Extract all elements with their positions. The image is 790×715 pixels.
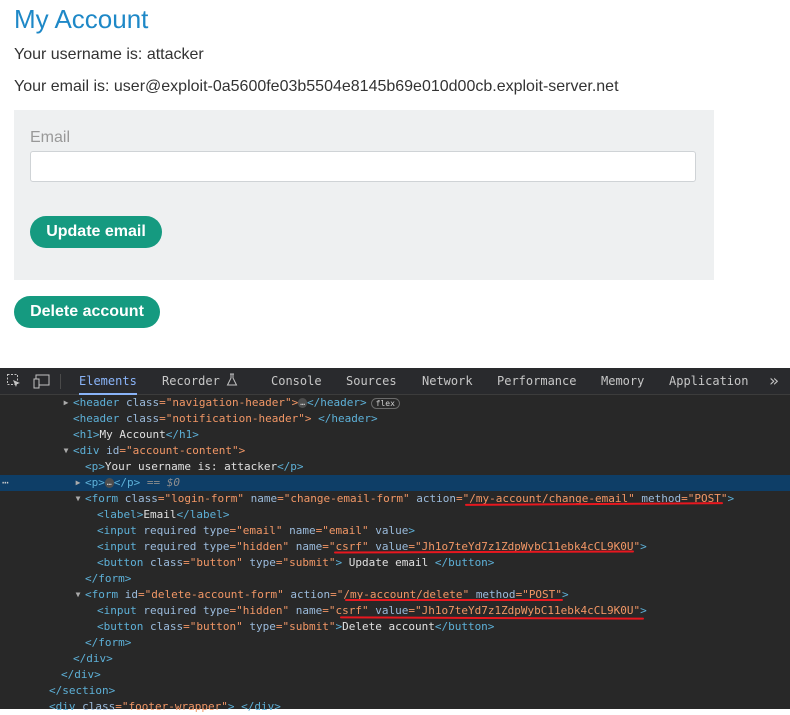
flask-icon bbox=[223, 373, 241, 391]
dom-node-p-selected[interactable]: ⋯ ▶ <p>… </p> == $0 bbox=[0, 475, 790, 491]
change-email-form: Email Update email bbox=[14, 110, 714, 280]
node-actions-icon[interactable]: ⋯ bbox=[2, 475, 9, 491]
dom-node-form-close[interactable]: </form> bbox=[0, 571, 790, 587]
delete-account-button[interactable]: Delete account bbox=[14, 296, 160, 328]
device-toggle-icon[interactable] bbox=[33, 373, 51, 391]
tab-performance[interactable]: Performance bbox=[497, 368, 576, 395]
dom-node-input-email[interactable]: <input required type="email" name="email… bbox=[0, 523, 790, 539]
devtools-tabbar: Elements Recorder Console Sources Networ… bbox=[0, 368, 790, 395]
annotation-underline bbox=[345, 599, 563, 601]
email-label: Email bbox=[30, 129, 71, 146]
email-input[interactable] bbox=[30, 151, 696, 182]
dom-node-form-close[interactable]: </form> bbox=[0, 635, 790, 651]
tabbar-separator bbox=[60, 374, 61, 389]
devtools-panel: Elements Recorder Console Sources Networ… bbox=[0, 368, 790, 713]
username-text: Your username is: attacker bbox=[14, 46, 204, 63]
page-title: My Account bbox=[14, 4, 149, 34]
dom-node-div-close[interactable]: </div> bbox=[0, 667, 790, 683]
more-tabs-icon[interactable]: » bbox=[765, 372, 783, 390]
dom-node-div-close[interactable]: </div> bbox=[0, 651, 790, 667]
dom-node-footer-wrapper[interactable]: <div class="footer-wrapper"> </div> bbox=[0, 699, 790, 715]
collapsed-ellipsis[interactable]: … bbox=[298, 398, 308, 408]
dom-node-section-close[interactable]: </section> bbox=[0, 683, 790, 699]
dom-node-navigation-header[interactable]: ▶ <header class="navigation-header">… </h… bbox=[0, 395, 790, 411]
update-email-button[interactable]: Update email bbox=[30, 216, 162, 248]
email-text: Your email is: user@exploit-0a5600fe03b5… bbox=[14, 78, 619, 95]
dom-node-notification-header[interactable]: <header class="notification-header"> </h… bbox=[0, 411, 790, 427]
tab-elements[interactable]: Elements bbox=[79, 368, 137, 395]
collapse-triangle-icon[interactable]: ▼ bbox=[73, 491, 83, 507]
inspect-icon[interactable] bbox=[5, 373, 23, 391]
dom-node-p-username[interactable]: <p>Your username is: attacker</p> bbox=[0, 459, 790, 475]
dom-node-change-email-form[interactable]: ▼ <form class="login-form" name="change-… bbox=[0, 491, 790, 507]
collapsed-ellipsis[interactable]: … bbox=[104, 478, 114, 488]
tab-console[interactable]: Console bbox=[271, 368, 322, 395]
expand-triangle-icon[interactable]: ▶ bbox=[61, 395, 71, 411]
tab-network[interactable]: Network bbox=[422, 368, 473, 395]
tab-application[interactable]: Application bbox=[669, 368, 748, 395]
dom-node-account-content[interactable]: ▼ <div id="account-content"> bbox=[0, 443, 790, 459]
tab-recorder[interactable]: Recorder bbox=[162, 368, 220, 395]
expand-triangle-icon[interactable]: ▶ bbox=[73, 475, 83, 491]
tab-sources[interactable]: Sources bbox=[346, 368, 397, 395]
dom-node-button-delete[interactable]: <button class="button" type="submit">Del… bbox=[0, 619, 790, 635]
collapse-triangle-icon[interactable]: ▼ bbox=[61, 443, 71, 459]
collapse-triangle-icon[interactable]: ▼ bbox=[73, 587, 83, 603]
dom-tree: ▶ <header class="navigation-header">… </h… bbox=[0, 395, 790, 713]
account-page: My Account Your username is: attacker Yo… bbox=[0, 0, 790, 368]
dom-node-label[interactable]: <label>Email</label> bbox=[0, 507, 790, 523]
dom-node-button-update[interactable]: <button class="button" type="submit"> Up… bbox=[0, 555, 790, 571]
dom-node-h1[interactable]: <h1>My Account</h1> bbox=[0, 427, 790, 443]
tab-memory[interactable]: Memory bbox=[601, 368, 644, 395]
flex-badge[interactable]: flex bbox=[370, 397, 400, 409]
